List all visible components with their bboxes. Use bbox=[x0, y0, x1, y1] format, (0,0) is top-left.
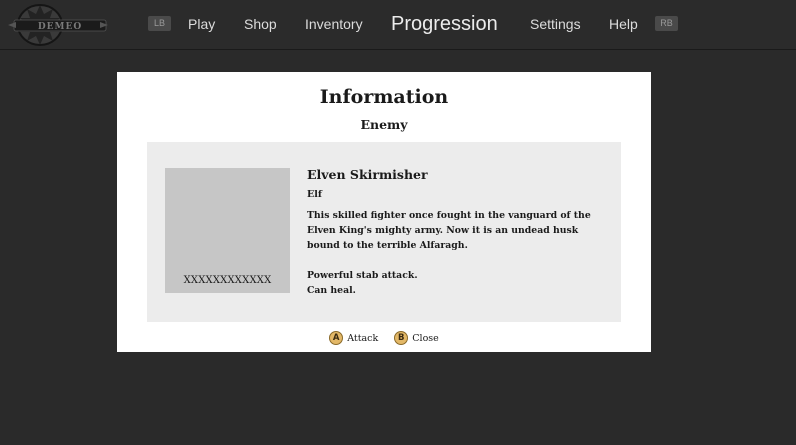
svg-text:DEMEO: DEMEO bbox=[38, 22, 82, 32]
nav-inventory[interactable]: Inventory bbox=[305, 0, 363, 48]
top-navigation-bar: DEMEO LB Play Shop Inventory Progression… bbox=[0, 0, 796, 50]
left-bumper-button[interactable]: LB bbox=[148, 16, 171, 31]
enemy-portrait: XXXXXXXXXXXX bbox=[165, 168, 290, 293]
enemy-abilities: Powerful stab attack. Can heal. bbox=[307, 268, 597, 298]
b-button-icon: B bbox=[394, 331, 409, 345]
modal-actions: A Attack B Close bbox=[117, 330, 651, 346]
right-bumper-button[interactable]: RB bbox=[655, 16, 678, 31]
a-button-icon: A bbox=[329, 331, 344, 345]
enemy-info-card: XXXXXXXXXXXX Elven Skirmisher Elf This s… bbox=[147, 142, 621, 322]
modal-title: Information bbox=[319, 86, 449, 108]
attack-button[interactable]: A Attack bbox=[329, 330, 378, 346]
modal-subtitle: Enemy bbox=[360, 117, 408, 132]
enemy-race: Elf bbox=[307, 189, 322, 200]
attack-label: Attack bbox=[347, 332, 379, 344]
nav-progression[interactable]: Progression bbox=[391, 0, 498, 48]
nav-help[interactable]: Help bbox=[609, 0, 638, 48]
close-button[interactable]: B Close bbox=[394, 330, 439, 346]
ability-item: Can heal. bbox=[307, 285, 356, 296]
nav-play[interactable]: Play bbox=[188, 0, 215, 48]
close-label: Close bbox=[412, 332, 439, 344]
ability-item: Powerful stab attack. bbox=[307, 270, 418, 281]
nav-shop[interactable]: Shop bbox=[244, 0, 277, 48]
game-logo: DEMEO bbox=[8, 4, 108, 46]
portrait-label: XXXXXXXXXXXX bbox=[183, 275, 272, 286]
nav-settings[interactable]: Settings bbox=[530, 0, 581, 48]
enemy-description: This skilled fighter once fought in the … bbox=[307, 210, 591, 251]
enemy-name: Elven Skirmisher bbox=[307, 167, 428, 182]
information-modal: Information Enemy XXXXXXXXXXXX Elven Ski… bbox=[117, 72, 651, 352]
